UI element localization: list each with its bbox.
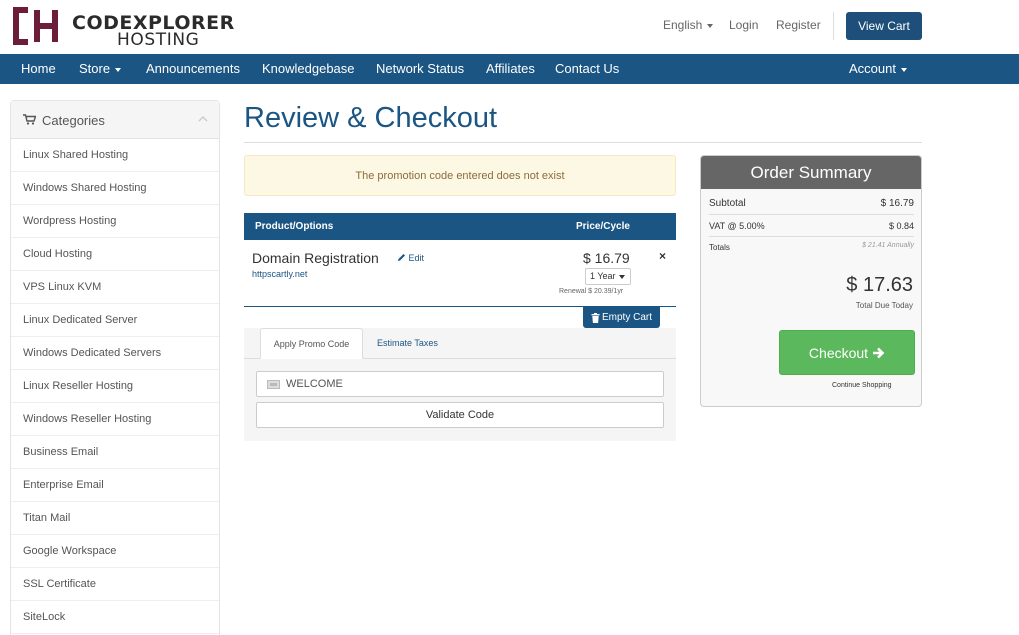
tab-estimate-taxes[interactable]: Estimate Taxes (377, 338, 438, 348)
tab-apply-promo-code[interactable]: Apply Promo Code (260, 328, 363, 359)
language-label: English (663, 18, 703, 32)
arrow-right-icon (873, 347, 885, 358)
nav-network-status[interactable]: Network Status (376, 61, 464, 76)
order-summary-title: Order Summary (701, 156, 921, 189)
trash-icon (591, 312, 600, 323)
promo-panel: Apply Promo Code Estimate Taxes WELCOME … (244, 328, 676, 441)
categories-sidebar: Categories Linux Shared Hosting Windows … (10, 100, 220, 635)
col-price-cycle: Price/Cycle (576, 221, 630, 232)
subtotal-row: Subtotal $ 16.79 (709, 198, 914, 209)
sidebar-item-windows-shared-hosting[interactable]: Windows Shared Hosting (11, 172, 219, 205)
caret-down-icon (115, 67, 122, 72)
promo-error-alert: The promotion code entered does not exis… (244, 155, 676, 196)
cart-item-name: Domain Registration (252, 250, 379, 266)
caret-down-icon (900, 67, 907, 72)
edit-label: Edit (408, 253, 425, 263)
totals-label: Totals (709, 243, 730, 252)
edit-item-link[interactable]: Edit (397, 253, 424, 263)
caret-down-icon (707, 23, 714, 28)
summary-divider (709, 214, 914, 215)
col-product-options: Product/Options (255, 221, 334, 232)
nav-announcements[interactable]: Announcements (146, 61, 240, 76)
brand-name-line2: HOSTING (117, 30, 200, 50)
sidebar-item-google-workspace[interactable]: Google Workspace (11, 535, 219, 568)
login-link[interactable]: Login (729, 18, 758, 32)
brand-logo[interactable]: CODEXPLORER HOSTING (10, 6, 234, 50)
sidebar-item-linux-dedicated-server[interactable]: Linux Dedicated Server (11, 304, 219, 337)
sidebar-item-linux-reseller-hosting[interactable]: Linux Reseller Hosting (11, 370, 219, 403)
sidebar-item-vps-linux-kvm[interactable]: VPS Linux KVM (11, 271, 219, 304)
order-summary: Order Summary Subtotal $ 16.79 VAT @ 5.0… (700, 155, 922, 407)
categories-title: Categories (42, 113, 105, 128)
shopping-cart-icon (23, 114, 36, 125)
sidebar-item-windows-reseller-hosting[interactable]: Windows Reseller Hosting (11, 403, 219, 436)
top-divider (833, 12, 834, 40)
promo-code-input[interactable]: WELCOME (256, 371, 664, 397)
validate-code-button[interactable]: Validate Code (256, 402, 664, 428)
sidebar-item-wordpress-hosting[interactable]: Wordpress Hosting (11, 205, 219, 238)
sidebar-item-enterprise-email[interactable]: Enterprise Email (11, 469, 219, 502)
nav-home[interactable]: Home (21, 61, 56, 76)
register-link[interactable]: Register (776, 18, 821, 32)
checkout-label: Checkout (808, 344, 869, 361)
promo-code-value: WELCOME (286, 378, 343, 390)
vat-value: $ 0.84 (888, 221, 914, 231)
sidebar-item-cloud-hosting[interactable]: Cloud Hosting (11, 238, 219, 271)
sidebar-item-windows-dedicated-servers[interactable]: Windows Dedicated Servers (11, 337, 219, 370)
sidebar-item-ssl-certificate[interactable]: SSL Certificate (11, 568, 219, 601)
nav-affiliates[interactable]: Affiliates (486, 61, 535, 76)
summary-divider (709, 236, 914, 237)
main-navbar: Home Store Announcements Knowledgebase N… (0, 54, 1019, 84)
ticket-icon (267, 380, 280, 389)
cart-item-price: $ 16.79 (583, 250, 630, 266)
vat-label: VAT @ 5.00% (709, 221, 765, 231)
totals-row: Totals $ 21.41 Annually (709, 242, 914, 253)
nav-store-label: Store (79, 61, 111, 76)
sidebar-item-sitelock[interactable]: SiteLock (11, 601, 219, 634)
nav-account[interactable]: Account (849, 61, 907, 76)
sidebar-item-titan-mail[interactable]: Titan Mail (11, 502, 219, 535)
renewal-price: Renewal $ 20.39/1yr (559, 288, 624, 295)
subtotal-label: Subtotal (709, 198, 746, 209)
view-cart-button[interactable]: View Cart (846, 12, 922, 40)
language-selector[interactable]: English (663, 18, 714, 32)
pencil-icon (398, 254, 405, 261)
cart-table-header: Product/Options Price/Cycle (244, 213, 676, 240)
continue-shopping-link[interactable]: Continue Shopping (832, 382, 892, 389)
checkout-button[interactable]: Checkout (779, 330, 915, 375)
top-bar: CODEXPLORER HOSTING English Login Regist… (0, 0, 1019, 54)
totals-value: $ 21.41 Annually (862, 242, 914, 249)
remove-item-icon[interactable]: × (659, 249, 666, 263)
nav-account-label: Account (849, 61, 896, 76)
nav-store[interactable]: Store (79, 61, 122, 76)
caret-down-icon (618, 274, 625, 279)
total-due-amount: $ 17.63 (846, 274, 913, 296)
cart-item-domain: httpscartly.net (252, 269, 308, 279)
empty-cart-label: Empty Cart (601, 312, 652, 323)
billing-cycle-value: 1 Year (590, 271, 616, 281)
total-due-label: Total Due Today (855, 301, 913, 310)
billing-cycle-select[interactable]: 1 Year (585, 268, 631, 285)
chevron-up-icon[interactable] (198, 115, 208, 122)
empty-cart-button[interactable]: Empty Cart (583, 307, 660, 328)
logo-mark-icon (13, 7, 58, 45)
sidebar-item-business-email[interactable]: Business Email (11, 436, 219, 469)
nav-contact-us[interactable]: Contact Us (555, 61, 619, 76)
vat-row: VAT @ 5.00% $ 0.84 (709, 221, 914, 231)
sidebar-item-linux-shared-hosting[interactable]: Linux Shared Hosting (11, 139, 219, 172)
title-divider (244, 142, 922, 143)
page-title: Review & Checkout (244, 102, 498, 134)
nav-knowledgebase[interactable]: Knowledgebase (262, 61, 355, 76)
alert-text: The promotion code entered does not exis… (355, 169, 565, 182)
subtotal-value: $ 16.79 (880, 198, 914, 209)
categories-header[interactable]: Categories (11, 101, 219, 139)
